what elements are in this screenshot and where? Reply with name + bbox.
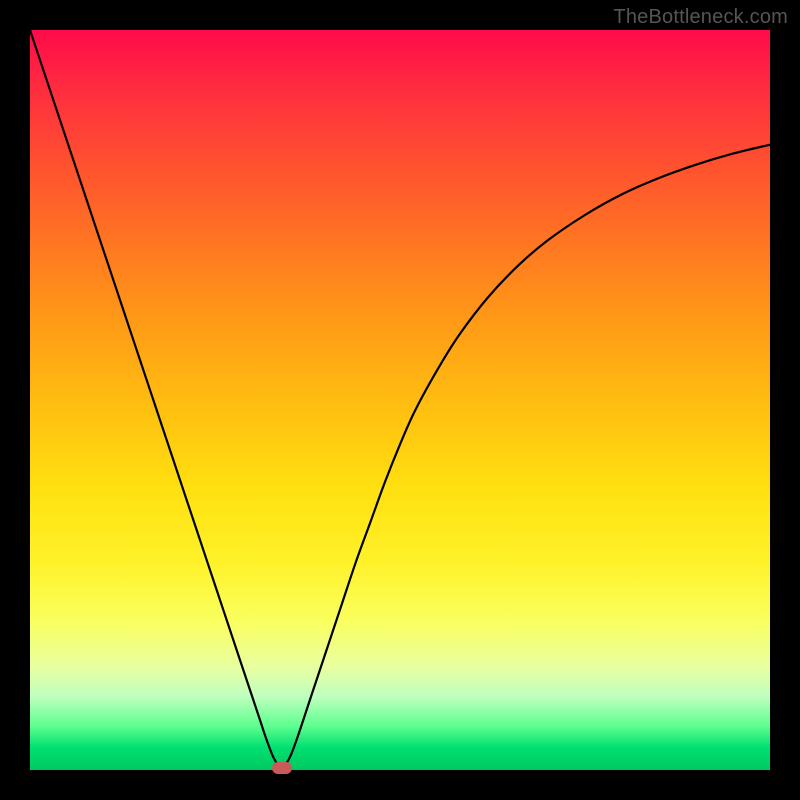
- bottleneck-curve: [30, 30, 770, 770]
- minimum-marker: [272, 762, 292, 774]
- chart-frame: TheBottleneck.com: [0, 0, 800, 800]
- watermark-text: TheBottleneck.com: [613, 6, 788, 29]
- plot-area: [30, 30, 770, 770]
